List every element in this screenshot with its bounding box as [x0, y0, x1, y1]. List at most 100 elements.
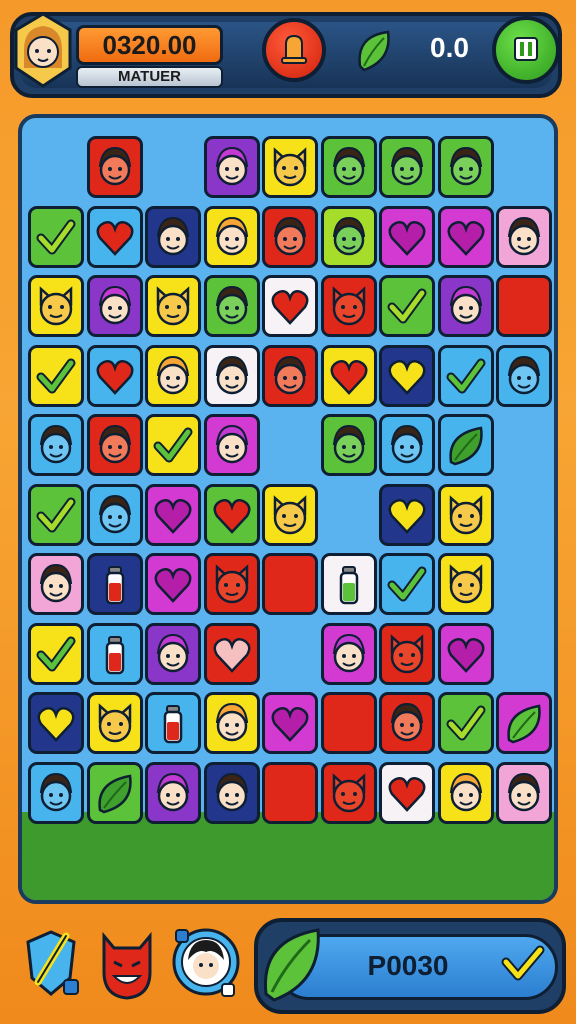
- tile-check[interactable]: [437, 692, 494, 754]
- tile-heart[interactable]: [379, 205, 435, 268]
- tile-face[interactable]: [28, 553, 84, 615]
- pause-button[interactable]: [492, 16, 560, 84]
- tile-face[interactable]: [496, 344, 552, 407]
- tile-leaf[interactable]: [437, 414, 494, 476]
- face-icon: [156, 355, 190, 394]
- tile-face[interactable]: [496, 761, 552, 824]
- tile-face[interactable]: [86, 136, 143, 198]
- tile-face[interactable]: [379, 414, 435, 476]
- tile-blank[interactable]: [320, 692, 377, 754]
- tile-cat[interactable]: [379, 622, 435, 685]
- devil-tool[interactable]: [94, 922, 160, 1002]
- tile-bottle[interactable]: [145, 692, 201, 754]
- tile-heart[interactable]: [437, 205, 494, 268]
- tile-bottle[interactable]: [320, 553, 377, 615]
- heart-icon: [388, 220, 426, 256]
- face-icon: [332, 633, 365, 672]
- tile-check[interactable]: [28, 622, 84, 685]
- player-avatar[interactable]: [10, 10, 76, 90]
- heart-icon: [96, 359, 133, 395]
- tile-face[interactable]: [320, 622, 377, 685]
- avatar-badge-tool[interactable]: [170, 922, 240, 1002]
- tile-face[interactable]: [320, 414, 377, 476]
- tile-heart[interactable]: [145, 483, 201, 546]
- heart-icon: [388, 776, 426, 812]
- tile-face[interactable]: [86, 414, 143, 476]
- tile-heart[interactable]: [437, 622, 494, 685]
- tile-check[interactable]: [145, 414, 201, 476]
- tile-heart[interactable]: [379, 483, 435, 546]
- tile-face[interactable]: [379, 692, 435, 754]
- tile-cat[interactable]: [262, 483, 318, 546]
- tile-blank[interactable]: [262, 761, 318, 824]
- tile-leaf[interactable]: [86, 761, 143, 824]
- tile-face[interactable]: [203, 344, 260, 407]
- heart-icon: [96, 220, 133, 256]
- tile-face[interactable]: [437, 761, 494, 824]
- tile-heart[interactable]: [86, 205, 143, 268]
- tile-face[interactable]: [145, 761, 201, 824]
- bell-button[interactable]: [262, 18, 326, 82]
- sword-tool[interactable]: [18, 922, 84, 1002]
- tile-heart[interactable]: [262, 275, 318, 337]
- avatar-badge-icon: [172, 928, 240, 997]
- tile-face[interactable]: [320, 205, 377, 268]
- tile-heart[interactable]: [320, 344, 377, 407]
- tile-heart[interactable]: [145, 553, 201, 615]
- face-icon: [215, 216, 248, 255]
- tile-face[interactable]: [28, 761, 84, 824]
- tile-cat[interactable]: [437, 553, 494, 615]
- leaf-icon[interactable]: [256, 920, 326, 1006]
- tile-check[interactable]: [28, 344, 84, 407]
- tile-cat[interactable]: [203, 553, 260, 615]
- tile-face[interactable]: [379, 136, 435, 198]
- tile-face[interactable]: [145, 622, 201, 685]
- tile-heart[interactable]: [28, 692, 84, 754]
- tile-check[interactable]: [28, 483, 84, 546]
- tile-cat[interactable]: [28, 275, 84, 337]
- tile-check[interactable]: [28, 205, 84, 268]
- tile-face[interactable]: [86, 275, 143, 337]
- tile-face[interactable]: [145, 205, 201, 268]
- check-icon: [36, 636, 76, 671]
- tile-cat[interactable]: [320, 761, 377, 824]
- tile-cat[interactable]: [437, 483, 494, 546]
- tile-check[interactable]: [379, 553, 435, 615]
- tile-leaf[interactable]: [496, 692, 552, 754]
- tile-heart[interactable]: [379, 344, 435, 407]
- tile-face[interactable]: [203, 205, 260, 268]
- tile-heart[interactable]: [379, 761, 435, 824]
- tile-bottle[interactable]: [86, 553, 143, 615]
- tile-face[interactable]: [86, 483, 143, 546]
- tile-cat[interactable]: [320, 275, 377, 337]
- tile-face[interactable]: [437, 275, 494, 337]
- tile-face[interactable]: [203, 414, 260, 476]
- tile-cat[interactable]: [145, 275, 201, 337]
- tile-face[interactable]: [320, 136, 377, 198]
- tile-face[interactable]: [145, 344, 201, 407]
- tile-face[interactable]: [28, 414, 84, 476]
- tile-cat[interactable]: [86, 692, 143, 754]
- tile-face[interactable]: [203, 692, 260, 754]
- tile-heart[interactable]: [203, 622, 260, 685]
- tile-face[interactable]: [203, 136, 260, 198]
- tile-check[interactable]: [379, 275, 435, 337]
- tile-face[interactable]: [203, 275, 260, 337]
- tile-cat[interactable]: [262, 136, 318, 198]
- bottle-icon: [339, 566, 358, 605]
- face-icon: [215, 772, 248, 811]
- tile-face[interactable]: [437, 136, 494, 198]
- tile-heart[interactable]: [203, 483, 260, 546]
- tile-check[interactable]: [437, 344, 494, 407]
- tile-bottle[interactable]: [86, 622, 143, 685]
- tile-heart[interactable]: [262, 692, 318, 754]
- tile-face[interactable]: [496, 205, 552, 268]
- sword-icon: [26, 930, 79, 996]
- tile-face[interactable]: [262, 205, 318, 268]
- tile-blank[interactable]: [496, 275, 552, 337]
- tile-face[interactable]: [203, 761, 260, 824]
- tile-heart[interactable]: [86, 344, 143, 407]
- cat-icon: [390, 633, 424, 673]
- tile-blank[interactable]: [262, 553, 318, 615]
- tile-face[interactable]: [262, 344, 318, 407]
